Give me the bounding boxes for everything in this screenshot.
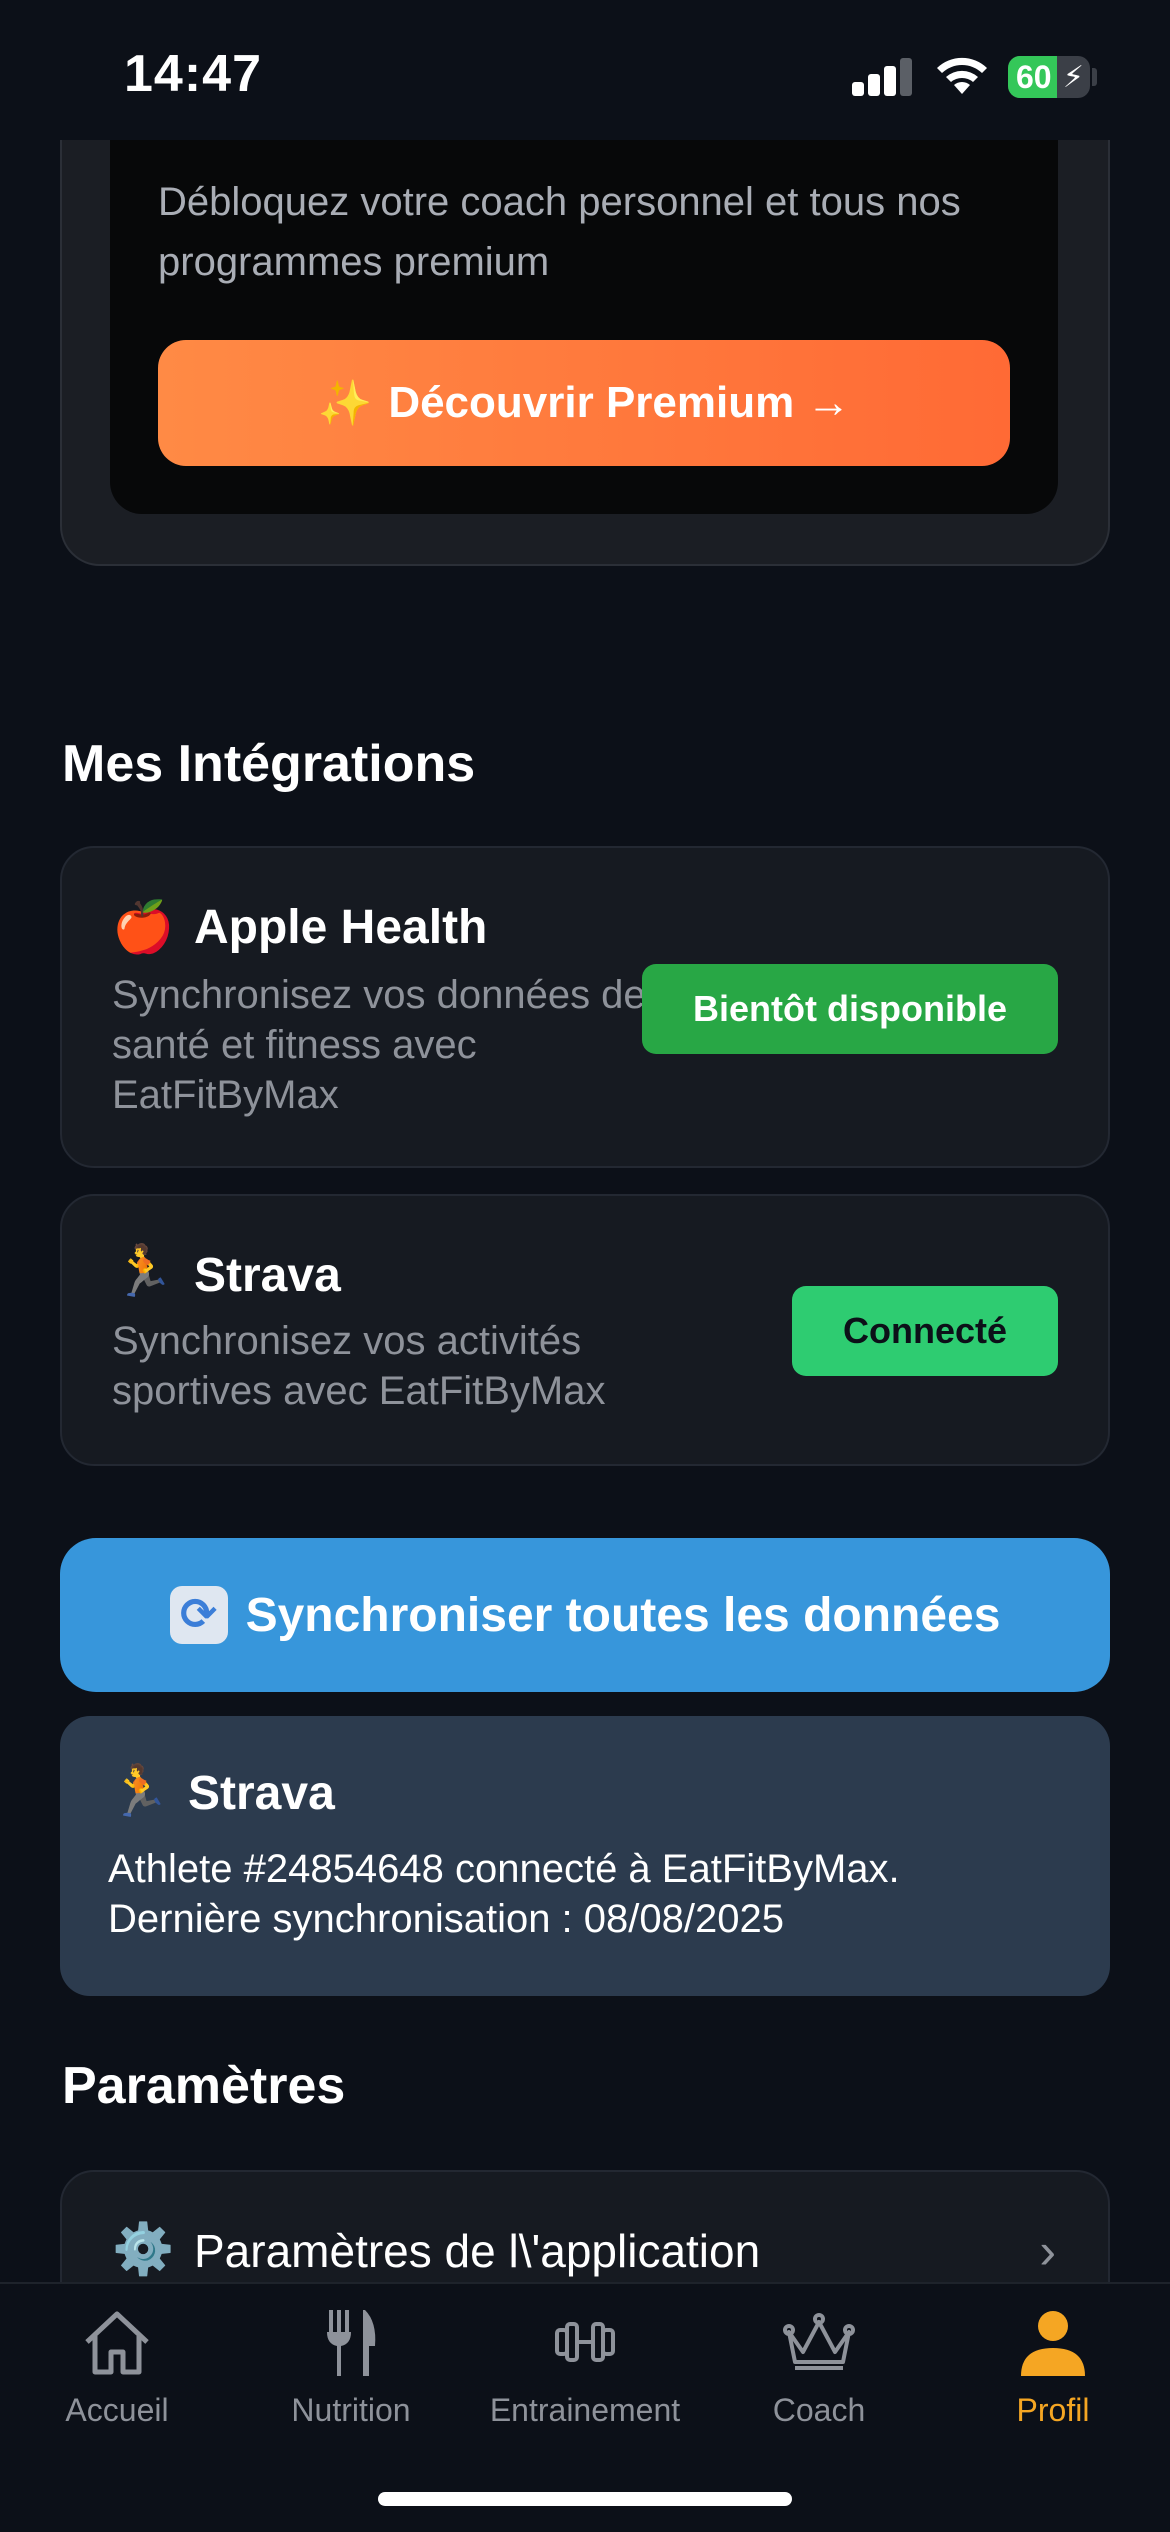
tab-label: Entrainement	[489, 2392, 681, 2428]
fork-knife-icon	[327, 2310, 376, 2376]
strava-athlete-line: Athlete #24854648 connecté à EatFitByMax…	[108, 1847, 900, 1891]
integration-name: Apple Health	[194, 901, 488, 954]
integrations-title: Mes Intégrations	[62, 735, 476, 793]
sync-icon: ⟳	[169, 1586, 228, 1644]
runner-icon: 🏃	[108, 1763, 171, 1819]
sparkles-icon: ✨	[317, 379, 373, 428]
home-indicator	[378, 2492, 792, 2506]
status-time: 14:47	[124, 45, 262, 103]
chevron-right-icon: ›	[1039, 2223, 1056, 2279]
runner-icon: 🏃	[112, 1243, 175, 1299]
dumbbell-icon	[555, 2322, 615, 2362]
tab-label: Coach	[772, 2392, 866, 2428]
strava-status-box: 🏃 Strava Athlete #24854648 connecté à Ea…	[60, 1716, 1110, 1996]
integration-description: Synchronisez vos données de santé et fit…	[112, 973, 646, 1117]
tab-coach[interactable]: Coach	[702, 2302, 936, 2452]
strava-status-title: Strava	[188, 1767, 335, 1820]
battery-tip	[1092, 68, 1097, 86]
crown-icon	[783, 2313, 855, 2370]
person-icon	[1021, 2311, 1085, 2376]
tab-label: Profil	[1016, 2392, 1090, 2428]
status-bar: 14:47 60 ⚡	[0, 0, 1170, 140]
integration-card-strava: 🏃 Strava Synchronisez vos activités spor…	[60, 1194, 1110, 1466]
battery-charging-icon: 60 ⚡	[1008, 56, 1090, 98]
app-settings-label: Paramètres de l\'application	[194, 2225, 761, 2277]
integration-description: Synchronisez vos activités sportives ave…	[112, 1319, 606, 1413]
battery-level: 60	[1016, 59, 1052, 95]
discover-premium-label: Découvrir Premium →	[388, 378, 851, 427]
discover-premium-button[interactable]: ✨ Découvrir Premium →	[158, 340, 1010, 466]
tab-profil[interactable]: Profil	[936, 2302, 1170, 2452]
signal-icon	[852, 58, 916, 96]
connected-button[interactable]: Connecté	[792, 1286, 1058, 1376]
charging-bolt-icon: ⚡	[1062, 61, 1084, 94]
integration-name: Strava	[194, 1249, 341, 1302]
tab-label: Accueil	[65, 2392, 169, 2428]
premium-description: Débloquez votre coach personnel et tous …	[158, 180, 961, 284]
sync-all-button[interactable]: ⟳ Synchroniser toutes les données	[60, 1538, 1110, 1692]
coming-soon-button[interactable]: Bientôt disponible	[642, 964, 1058, 1054]
tab-accueil[interactable]: Accueil	[0, 2302, 234, 2452]
integration-card-apple-health: 🍎 Apple Health Synchronisez vos données …	[60, 846, 1110, 1168]
settings-title: Paramètres	[62, 2057, 346, 2115]
sync-all-label: Synchroniser toutes les données	[245, 1588, 1001, 1642]
home-icon	[85, 2311, 149, 2375]
strava-last-sync-line: Dernière synchronisation : 08/08/2025	[108, 1897, 784, 1941]
apple-icon: 🍎	[112, 899, 175, 955]
gear-icon: ⚙️	[112, 2221, 175, 2277]
wifi-icon	[937, 57, 987, 94]
tab-label: Nutrition	[291, 2392, 411, 2428]
tab-nutrition[interactable]: Nutrition	[234, 2302, 468, 2452]
tab-entrainement[interactable]: Entrainement	[468, 2302, 702, 2452]
